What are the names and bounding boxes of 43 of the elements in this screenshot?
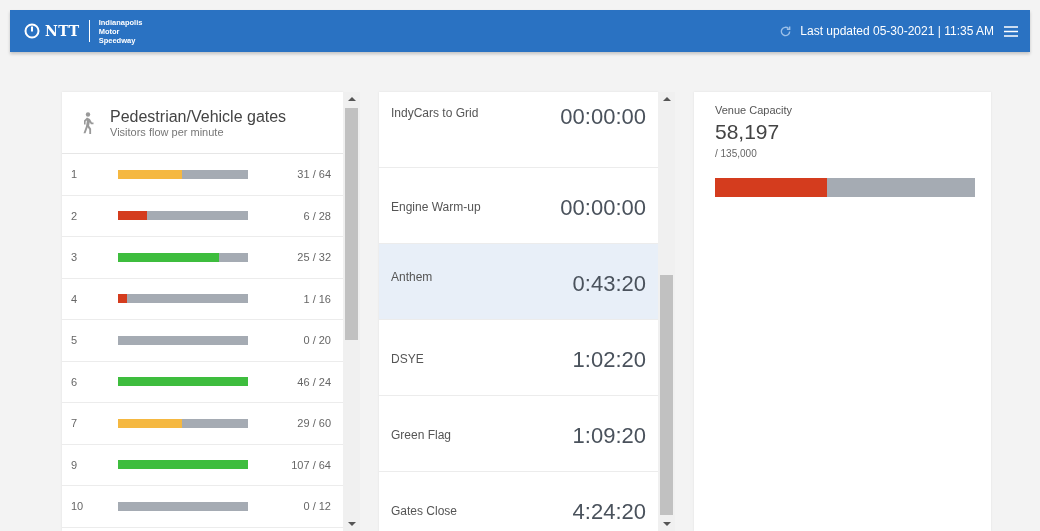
event-countdown: 00:00:00 bbox=[560, 195, 646, 222]
event-name: Gates Close bbox=[391, 504, 458, 520]
event-countdown: 1:09:20 bbox=[572, 423, 646, 450]
gate-number: 6 bbox=[71, 375, 79, 388]
gates-subtitle: Visitors flow per minute bbox=[110, 125, 225, 138]
event-name: IndyCars to Grid bbox=[391, 106, 479, 122]
flow-reading: 31 / 64 bbox=[296, 168, 331, 181]
event-name: Engine Warm-up bbox=[391, 200, 481, 216]
menu-icon[interactable] bbox=[1004, 25, 1018, 37]
event-name: Green Flag bbox=[391, 428, 452, 444]
gate-number: 10 bbox=[71, 500, 85, 513]
refresh-icon[interactable] bbox=[779, 24, 793, 38]
last-updated-text: Last updated 05-30-2021 | 11:35 AM bbox=[800, 24, 994, 38]
scrollbar-thumb[interactable] bbox=[345, 108, 358, 340]
event-countdown: 1:02:20 bbox=[572, 347, 646, 374]
event-name: DSYE bbox=[391, 352, 424, 368]
gate-number: 9 bbox=[71, 458, 79, 471]
event-countdown: 0:43:20 bbox=[572, 271, 646, 298]
schedule-row[interactable]: Anthem 0:43:20 bbox=[379, 244, 658, 320]
event-countdown: 00:00:00 bbox=[560, 104, 646, 131]
event-countdown: 4:24:20 bbox=[572, 499, 646, 526]
gate-number: 3 bbox=[71, 251, 79, 264]
scrollbar-thumb[interactable] bbox=[660, 275, 673, 515]
flow-reading: 107 / 64 bbox=[290, 458, 331, 471]
event-name: Anthem bbox=[391, 270, 433, 286]
flow-reading: 29 / 60 bbox=[296, 417, 331, 430]
capacity-total: / 135,000 bbox=[715, 148, 758, 159]
flow-reading: 0 / 20 bbox=[302, 334, 331, 347]
flow-reading: 25 / 32 bbox=[296, 251, 331, 264]
gate-number: 4 bbox=[71, 292, 79, 305]
flow-reading: 0 / 12 bbox=[302, 500, 331, 513]
flow-reading: 46 / 24 bbox=[296, 375, 331, 388]
capacity-value: 58,197 bbox=[715, 120, 781, 144]
flow-reading: 6 / 28 bbox=[302, 209, 331, 222]
gate-number: 5 bbox=[71, 334, 79, 347]
gates-title: Pedestrian/Vehicle gates bbox=[110, 107, 287, 126]
power-icon bbox=[24, 23, 40, 39]
gate-number: 7 bbox=[71, 417, 79, 430]
logo-text: NTT bbox=[45, 23, 80, 39]
capacity-label: Venue Capacity bbox=[715, 104, 794, 116]
flow-reading: 1 / 16 bbox=[302, 292, 331, 305]
gate-number: 1 bbox=[71, 168, 79, 181]
gate-number: 2 bbox=[71, 209, 79, 222]
